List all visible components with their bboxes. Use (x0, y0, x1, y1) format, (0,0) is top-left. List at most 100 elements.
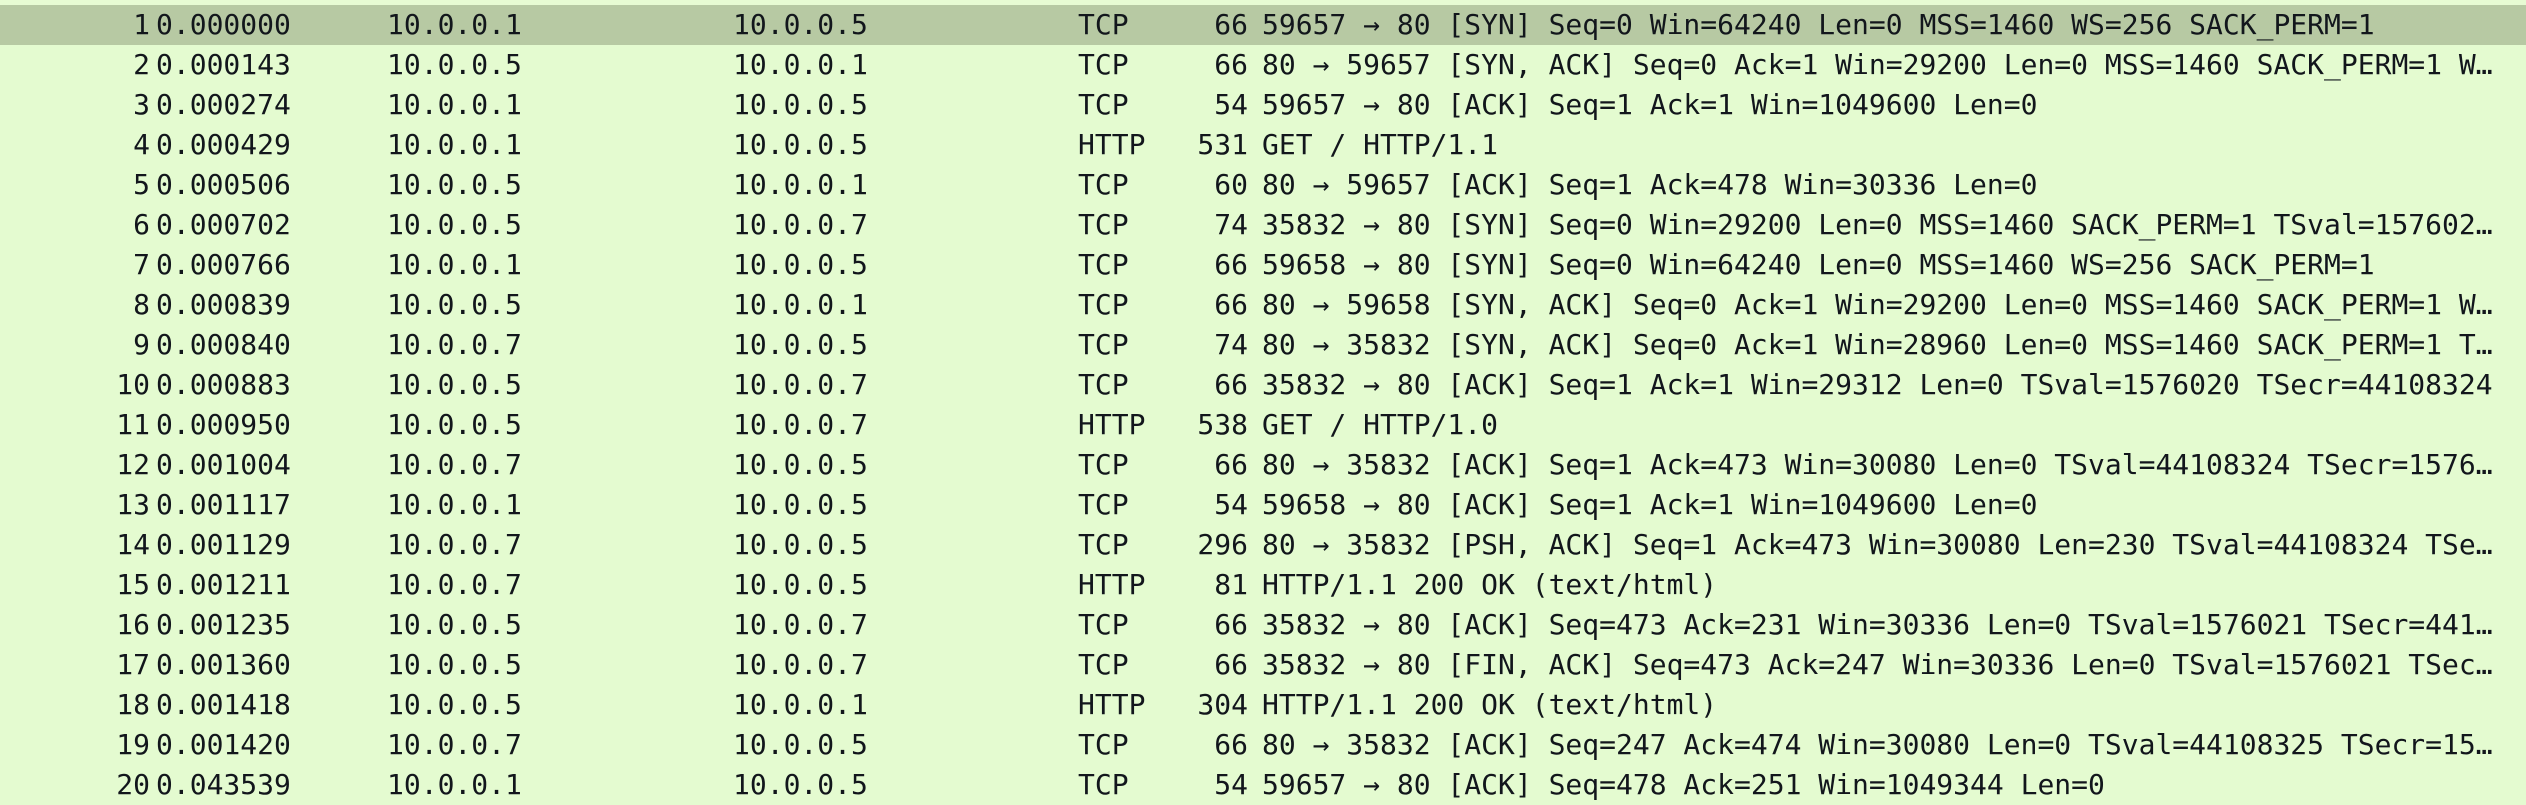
packet-time: 0.000702 (156, 208, 291, 241)
packet-row[interactable]: 11 0.000950 10.0.0.5 10.0.0.7 HTTP 538 G… (0, 405, 2526, 445)
packet-row[interactable]: 9 0.000840 10.0.0.7 10.0.0.5 TCP 74 80 →… (0, 325, 2526, 365)
packet-destination: 10.0.0.1 (733, 288, 868, 321)
packet-row[interactable]: 15 0.001211 10.0.0.7 10.0.0.5 HTTP 81 HT… (0, 565, 2526, 605)
packet-length: 74 (1214, 208, 1248, 241)
packet-number: 2 (133, 48, 150, 81)
packet-time: 0.001235 (156, 608, 291, 641)
packet-info: 80 → 35832 [ACK] Seq=247 Ack=474 Win=300… (1262, 728, 2493, 761)
packet-source: 10.0.0.7 (387, 568, 522, 601)
packet-destination: 10.0.0.1 (733, 48, 868, 81)
packet-time: 0.000429 (156, 128, 291, 161)
packet-info: 59658 → 80 [ACK] Seq=1 Ack=1 Win=1049600… (1262, 488, 2038, 521)
packet-list[interactable]: 1 0.000000 10.0.0.1 10.0.0.5 TCP 66 5965… (0, 0, 2526, 805)
packet-time: 0.001360 (156, 648, 291, 681)
packet-row[interactable]: 19 0.001420 10.0.0.7 10.0.0.5 TCP 66 80 … (0, 725, 2526, 765)
packet-time: 0.001418 (156, 688, 291, 721)
packet-length: 60 (1214, 168, 1248, 201)
packet-row[interactable]: 4 0.000429 10.0.0.1 10.0.0.5 HTTP 531 GE… (0, 125, 2526, 165)
packet-row[interactable]: 2 0.000143 10.0.0.5 10.0.0.1 TCP 66 80 →… (0, 45, 2526, 85)
packet-source: 10.0.0.1 (387, 128, 522, 161)
packet-length: 531 (1197, 128, 1248, 161)
packet-row[interactable]: 1 0.000000 10.0.0.1 10.0.0.5 TCP 66 5965… (0, 5, 2526, 45)
packet-number: 18 (116, 688, 150, 721)
packet-length: 81 (1214, 568, 1248, 601)
packet-destination: 10.0.0.5 (733, 328, 868, 361)
packet-length: 74 (1214, 328, 1248, 361)
packet-number: 12 (116, 448, 150, 481)
packet-source: 10.0.0.7 (387, 448, 522, 481)
packet-time: 0.001420 (156, 728, 291, 761)
packet-number: 19 (116, 728, 150, 761)
packet-info: 80 → 35832 [SYN, ACK] Seq=0 Ack=1 Win=28… (1262, 328, 2493, 361)
packet-row[interactable]: 8 0.000839 10.0.0.5 10.0.0.1 TCP 66 80 →… (0, 285, 2526, 325)
packet-info: HTTP/1.1 200 OK (text/html) (1262, 688, 1718, 721)
packet-destination: 10.0.0.5 (733, 248, 868, 281)
packet-time: 0.001004 (156, 448, 291, 481)
packet-number: 1 (133, 8, 150, 41)
packet-source: 10.0.0.1 (387, 8, 522, 41)
packet-length: 538 (1197, 408, 1248, 441)
packet-source: 10.0.0.1 (387, 488, 522, 521)
packet-destination: 10.0.0.5 (733, 528, 868, 561)
packet-number: 14 (116, 528, 150, 561)
packet-row[interactable]: 16 0.001235 10.0.0.5 10.0.0.7 TCP 66 358… (0, 605, 2526, 645)
packet-length: 66 (1214, 8, 1248, 41)
packet-row[interactable]: 6 0.000702 10.0.0.5 10.0.0.7 TCP 74 3583… (0, 205, 2526, 245)
packet-source: 10.0.0.5 (387, 648, 522, 681)
packet-source: 10.0.0.1 (387, 248, 522, 281)
packet-destination: 10.0.0.7 (733, 608, 868, 641)
packet-row[interactable]: 7 0.000766 10.0.0.1 10.0.0.5 TCP 66 5965… (0, 245, 2526, 285)
packet-info: HTTP/1.1 200 OK (text/html) (1262, 568, 1718, 601)
packet-source: 10.0.0.5 (387, 168, 522, 201)
packet-source: 10.0.0.5 (387, 408, 522, 441)
packet-destination: 10.0.0.5 (733, 768, 868, 801)
packet-row[interactable]: 14 0.001129 10.0.0.7 10.0.0.5 TCP 296 80… (0, 525, 2526, 565)
packet-source: 10.0.0.5 (387, 208, 522, 241)
packet-length: 66 (1214, 648, 1248, 681)
packet-number: 17 (116, 648, 150, 681)
packet-length: 54 (1214, 488, 1248, 521)
packet-info: GET / HTTP/1.1 (1262, 128, 1499, 161)
packet-info: GET / HTTP/1.0 (1262, 408, 1499, 441)
packet-info: 80 → 59658 [SYN, ACK] Seq=0 Ack=1 Win=29… (1262, 288, 2493, 321)
packet-row[interactable]: 5 0.000506 10.0.0.5 10.0.0.1 TCP 60 80 →… (0, 165, 2526, 205)
packet-time: 0.001129 (156, 528, 291, 561)
packet-row[interactable]: 18 0.001418 10.0.0.5 10.0.0.1 HTTP 304 H… (0, 685, 2526, 725)
packet-row[interactable]: 20 0.043539 10.0.0.1 10.0.0.5 TCP 54 596… (0, 765, 2526, 805)
packet-info: 59657 → 80 [ACK] Seq=478 Ack=251 Win=104… (1262, 768, 2105, 801)
packet-source: 10.0.0.5 (387, 288, 522, 321)
packet-row[interactable]: 3 0.000274 10.0.0.1 10.0.0.5 TCP 54 5965… (0, 85, 2526, 125)
packet-info: 35832 → 80 [FIN, ACK] Seq=473 Ack=247 Wi… (1262, 648, 2493, 681)
packet-row[interactable]: 13 0.001117 10.0.0.1 10.0.0.5 TCP 54 596… (0, 485, 2526, 525)
packet-row[interactable]: 10 0.000883 10.0.0.5 10.0.0.7 TCP 66 358… (0, 365, 2526, 405)
packet-length: 66 (1214, 608, 1248, 641)
packet-number: 5 (133, 168, 150, 201)
packet-destination: 10.0.0.5 (733, 728, 868, 761)
packet-row[interactable]: 17 0.001360 10.0.0.5 10.0.0.7 TCP 66 358… (0, 645, 2526, 685)
packet-time: 0.000839 (156, 288, 291, 321)
packet-time: 0.000274 (156, 88, 291, 121)
packet-info: 59658 → 80 [SYN] Seq=0 Win=64240 Len=0 M… (1262, 248, 2375, 281)
packet-number: 15 (116, 568, 150, 601)
packet-source: 10.0.0.5 (387, 368, 522, 401)
packet-number: 3 (133, 88, 150, 121)
packet-number: 6 (133, 208, 150, 241)
packet-destination: 10.0.0.1 (733, 688, 868, 721)
packet-info: 59657 → 80 [SYN] Seq=0 Win=64240 Len=0 M… (1262, 8, 2375, 41)
packet-time: 0.043539 (156, 768, 291, 801)
packet-length: 66 (1214, 248, 1248, 281)
packet-row[interactable]: 12 0.001004 10.0.0.7 10.0.0.5 TCP 66 80 … (0, 445, 2526, 485)
packet-info: 80 → 35832 [PSH, ACK] Seq=1 Ack=473 Win=… (1262, 528, 2493, 561)
packet-destination: 10.0.0.5 (733, 128, 868, 161)
packet-source: 10.0.0.7 (387, 728, 522, 761)
packet-time: 0.000766 (156, 248, 291, 281)
packet-info: 80 → 59657 [SYN, ACK] Seq=0 Ack=1 Win=29… (1262, 48, 2493, 81)
packet-destination: 10.0.0.5 (733, 448, 868, 481)
packet-destination: 10.0.0.5 (733, 568, 868, 601)
packet-destination: 10.0.0.5 (733, 88, 868, 121)
packet-number: 4 (133, 128, 150, 161)
packet-number: 11 (116, 408, 150, 441)
packet-source: 10.0.0.7 (387, 328, 522, 361)
packet-time: 0.000000 (156, 8, 291, 41)
packet-source: 10.0.0.5 (387, 48, 522, 81)
